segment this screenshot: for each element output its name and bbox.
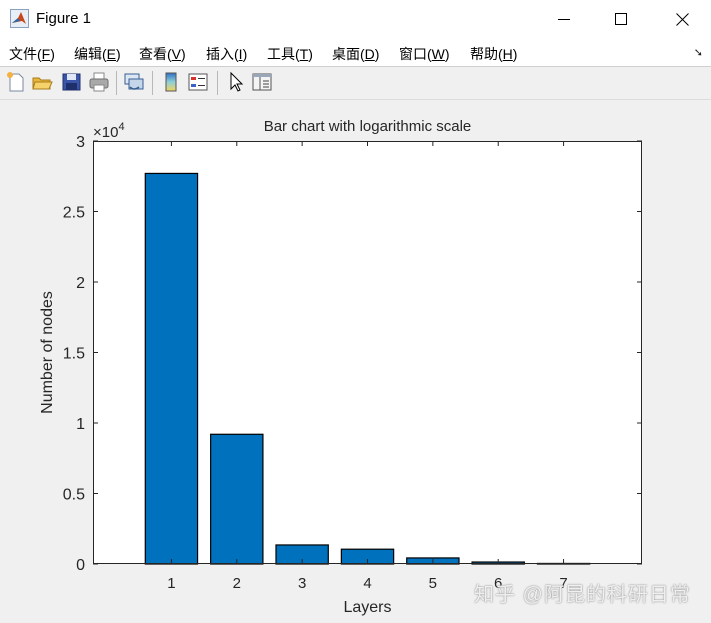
toolbar-separator: [217, 71, 218, 95]
toolbar: [0, 67, 711, 100]
bar-layer-2: [210, 433, 264, 565]
minimize-button[interactable]: [535, 0, 593, 38]
close-icon: [675, 12, 689, 26]
link-plot-icon[interactable]: [123, 71, 145, 93]
watermark: 知乎 @阿昆的科研日常: [474, 584, 691, 606]
legend-icon[interactable]: [187, 71, 209, 93]
y-axis-label: Number of nodes: [39, 291, 56, 414]
y-tick-label: 1.5: [63, 346, 85, 363]
save-icon[interactable]: [61, 71, 83, 93]
exponent-power: 4: [118, 121, 124, 133]
menu-view[interactable]: 查看(V): [139, 44, 186, 64]
y-tick-label: 0: [76, 557, 85, 574]
y-tick-label: 1: [76, 416, 85, 433]
y-tick-label: 2.5: [63, 205, 85, 222]
maximize-button[interactable]: [592, 0, 650, 38]
menu-window[interactable]: 窗口(W): [399, 44, 450, 64]
chart-title: Bar chart with logarithmic scale: [264, 118, 472, 135]
maximize-icon: [615, 13, 627, 25]
dock-arrow-icon[interactable]: ➘: [694, 46, 703, 59]
property-editor-icon[interactable]: [251, 71, 273, 93]
menu-insert[interactable]: 插入(I): [206, 44, 247, 64]
print-icon[interactable]: [88, 71, 110, 93]
open-file-icon[interactable]: [31, 71, 53, 93]
window-title: Figure 1: [36, 10, 92, 27]
exponent-base: ×10: [93, 124, 118, 141]
toolbar-separator: [116, 71, 117, 95]
figure-canvas[interactable]: 1 2 3 4 5 6 7 0 0.5 1 1.5 2 2.5 3 Bar chart with loga…: [0, 100, 711, 623]
x-tick-label: 5: [429, 575, 437, 592]
menu-tools[interactable]: 工具(T): [267, 44, 313, 64]
menu-desktop[interactable]: 桌面(D): [332, 44, 379, 64]
y-exponent-label: ×104: [93, 121, 125, 141]
x-tick-label: 1: [167, 575, 175, 592]
x-axis-label: Layers: [343, 599, 391, 616]
bar-chart: 1 2 3 4 5 6 700.511.522.53 Bar chart with loga…: [39, 118, 642, 616]
toolbar-separator: [152, 71, 153, 95]
new-figure-icon[interactable]: [5, 71, 27, 93]
x-tick-label: 2: [233, 575, 241, 592]
x-tick-label: 3: [298, 575, 306, 592]
pointer-icon[interactable]: [225, 71, 247, 93]
y-tick-label: 2: [76, 275, 85, 292]
y-tick-label: 0.5: [63, 487, 85, 504]
menu-help[interactable]: 帮助(H): [470, 44, 517, 64]
bar-layer-1: [144, 172, 199, 565]
y-tick-label: 3: [76, 134, 85, 151]
colorbar-icon[interactable]: [160, 71, 182, 93]
menu-edit[interactable]: 编辑(E): [74, 44, 121, 64]
menu-bar: 文件(F) 编辑(E) 查看(V) 插入(I) 工具(T) 桌面(D) 窗口(W…: [0, 38, 711, 67]
minimize-icon: [558, 19, 570, 20]
close-button[interactable]: [653, 0, 711, 38]
x-tick-label: 4: [363, 575, 371, 592]
matlab-logo-icon: [10, 9, 29, 28]
title-bar: Figure 1: [0, 0, 711, 38]
menu-file[interactable]: 文件(F): [9, 44, 55, 64]
